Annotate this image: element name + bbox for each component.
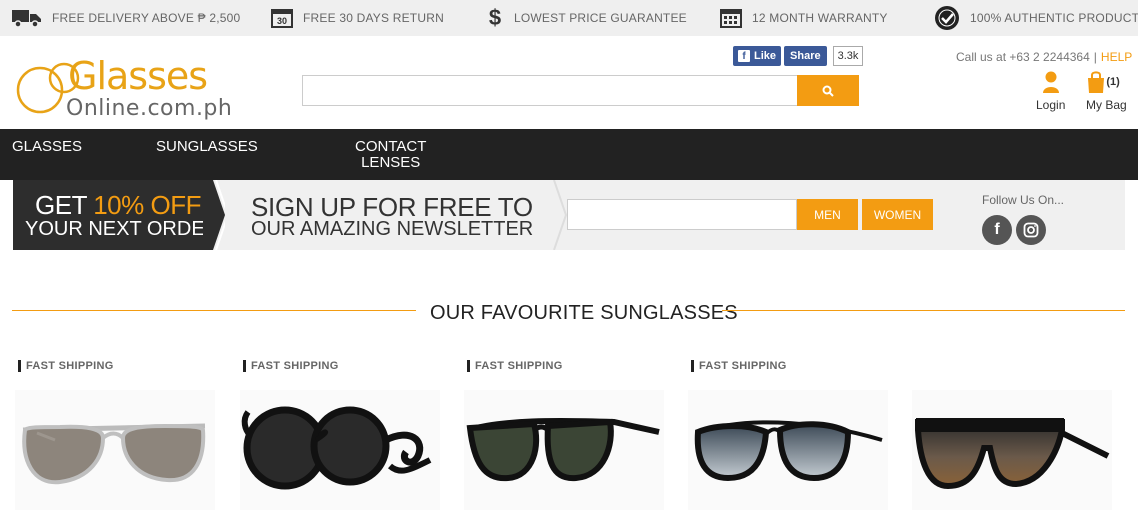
band-divider [553,180,567,250]
badge-bar [18,360,21,372]
call-us-text: Call us at +63 2 2244364 [956,50,1090,64]
calendar-icon [720,7,742,29]
sunglasses-wayfarer-image [466,417,660,482]
facebook-icon: f [738,50,750,62]
perk-text: LOWEST PRICE GUARANTEE [514,11,687,25]
perk-text: FREE DELIVERY ABOVE ₱ 2,500 [52,11,241,25]
product-card-wayfarer[interactable] [464,390,664,510]
fast-shipping-badge: FAST SHIPPING [243,360,339,372]
fast-shipping-badge: FAST SHIPPING [691,360,787,372]
share-label: Share [790,50,821,62]
nav-item-contact-lenses[interactable]: CONTACT LENSES [355,139,426,171]
offer-line2: YOUR NEXT ORDER [25,218,220,240]
newsletter-band: GET 10% OFF YOUR NEXT ORDER SIGN UP FOR … [13,180,1125,250]
perk-text: 100% AUTHENTIC PRODUCTS [970,11,1138,25]
nav-item-glasses[interactable]: GLASSES [12,139,82,155]
facebook-f-glyph: f [994,221,1000,238]
shopping-bag-icon [1088,71,1105,93]
nav-contact-line1: CONTACT [355,138,427,155]
section-rule-right [722,310,1125,311]
login-label: Login [1036,98,1066,112]
contact-info: Call us at +63 2 2244364 | HELP [956,50,1132,64]
perk-lowest-price: $ LOWEST PRICE GUARANTEE [486,0,687,36]
newsletter-men-button[interactable]: MEN [797,199,858,230]
login-button[interactable]: Login [1036,70,1065,112]
truck-icon [12,8,42,28]
product-card-aviator-clear[interactable] [15,390,215,510]
instagram-social-icon[interactable] [1016,215,1046,245]
discount-offer: GET 10% OFF YOUR NEXT ORDER [13,180,219,250]
facebook-share-button[interactable]: Share [784,46,827,66]
site-logo[interactable]: Glasses Online.com.ph [14,44,232,124]
product-card-square-gradient[interactable] [688,390,888,510]
section-title: OUR FAVOURITE SUNGLASSES [430,302,738,324]
authentic-badge-icon [934,5,960,31]
logo-bottom-text: Online.com.ph [66,96,233,121]
badge-text: FAST SHIPPING [251,360,339,372]
offer-get-text: GET [35,190,94,220]
newsletter-email-input[interactable] [567,199,797,230]
perk-authentic: 100% AUTHENTIC PRODUCTS [934,0,1138,36]
logo-top-text: Glasses [68,54,208,98]
badge-text: FAST SHIPPING [475,360,563,372]
social-share-buttons: f Like Share 3.3k [733,46,864,66]
fast-shipping-badge: FAST SHIPPING [18,360,114,372]
badge-bar [467,360,470,372]
help-link[interactable]: HELP [1101,50,1132,64]
search-button[interactable] [797,75,859,106]
badge-bar [691,360,694,372]
search-input[interactable] [302,75,797,106]
facebook-social-icon[interactable]: f [982,215,1012,245]
product-card-round-baroque[interactable] [240,390,440,510]
follow-us-label: Follow Us On... [982,193,1065,207]
bag-count: (1) [1106,76,1120,88]
nav-item-sunglasses[interactable]: SUNGLASSES [156,139,258,155]
search-icon [822,85,834,97]
sunglasses-aviator-image [22,423,206,485]
sunglasses-flattop-image [915,418,1110,490]
sunglasses-round-image [241,406,432,490]
nav-contact-line2: LENSES [361,154,421,171]
main-nav: GLASSES SUNGLASSES CONTACT LENSES [0,129,1138,180]
offer-arrow-shape [203,180,225,250]
perk-free-delivery: FREE DELIVERY ABOVE ₱ 2,500 [12,0,240,36]
my-bag-label: My Bag [1086,98,1127,112]
site-header: Glasses Online.com.ph f Like Share 3.3k … [0,36,1138,129]
instagram-glyph [1023,222,1039,238]
offer-line1: GET 10% OFF [35,190,201,221]
fast-shipping-badge: FAST SHIPPING [467,360,563,372]
facebook-like-button[interactable]: f Like [733,46,782,66]
like-label: Like [754,50,777,62]
separator: | [1093,50,1097,64]
badge-bar [243,360,246,372]
signup-line2: OUR AMAZING NEWSLETTER [251,218,534,240]
badge-text: FAST SHIPPING [26,360,114,372]
calendar-30-icon: 30 [271,7,293,29]
sunglasses-square-image [694,420,883,482]
user-icon [1042,71,1059,93]
perk-text: 12 MONTH WARRANTY [752,11,888,25]
perks-bar: FREE DELIVERY ABOVE ₱ 2,500 30 FREE 30 D… [0,0,1138,36]
perk-warranty: 12 MONTH WARRANTY [720,0,888,36]
offer-percent: 10% OFF [93,190,201,220]
perk-free-return: 30 FREE 30 DAYS RETURN [271,0,444,36]
newsletter-women-button[interactable]: WOMEN [862,199,933,230]
badge-text: FAST SHIPPING [699,360,787,372]
search-bar [302,75,859,106]
share-count: 3.3k [832,46,864,66]
perk-text: FREE 30 DAYS RETURN [303,11,444,25]
my-bag-button[interactable]: (1) My Bag [1086,70,1127,112]
svg-text:30: 30 [277,16,287,26]
section-rule-left [12,310,416,311]
product-card-flat-top[interactable] [912,390,1112,510]
dollar-icon: $ [488,5,502,30]
